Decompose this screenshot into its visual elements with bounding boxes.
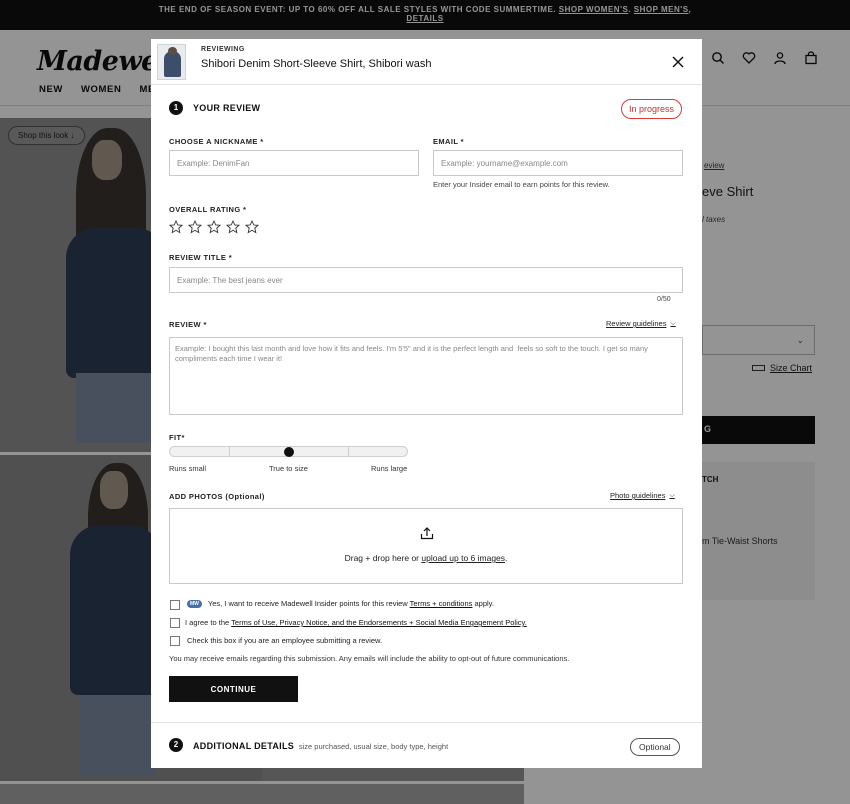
- insider-points-label: Yes, I want to receive Madewell Insider …: [207, 599, 410, 608]
- star-icon[interactable]: [207, 220, 221, 234]
- review-guidelines-link[interactable]: Review guidelines ⌵: [606, 319, 676, 328]
- agree-terms-text: I agree to the Terms of Use, Privacy Not…: [185, 618, 527, 627]
- employee-checkbox[interactable]: [170, 636, 180, 646]
- photo-dropzone[interactable]: Drag + drop here or upload up to 6 image…: [169, 508, 683, 584]
- nickname-label: CHOOSE A NICKNAME *: [169, 137, 264, 146]
- email-notice: You may receive emails regarding this su…: [169, 654, 570, 663]
- email-input[interactable]: [433, 150, 683, 176]
- fit-slider-thumb[interactable]: [283, 447, 294, 457]
- close-icon[interactable]: [669, 53, 687, 71]
- modal-header: REVIEWING Shibori Denim Short-Sleeve Shi…: [151, 39, 702, 85]
- fit-true-to-size: True to size: [269, 464, 308, 473]
- fit-slider[interactable]: [169, 446, 408, 457]
- title-char-counter: 0/50: [657, 296, 671, 303]
- insider-points-checkbox[interactable]: [170, 600, 180, 610]
- star-icon[interactable]: [245, 220, 259, 234]
- star-icon[interactable]: [226, 220, 240, 234]
- fit-runs-large: Runs large: [371, 464, 408, 473]
- section-2-title[interactable]: ADDITIONAL DETAILS size purchased, usual…: [193, 741, 448, 751]
- section-1-title: YOUR REVIEW: [193, 103, 261, 113]
- review-title-label: REVIEW TITLE *: [169, 253, 233, 262]
- review-textarea[interactable]: [169, 337, 683, 415]
- star-icon[interactable]: [169, 220, 183, 234]
- photo-guidelines-label: Photo guidelines: [610, 491, 666, 500]
- product-thumbnail: [157, 44, 186, 80]
- agree-terms-label: I agree to the: [185, 618, 232, 627]
- continue-button[interactable]: CONTINUE: [169, 676, 298, 702]
- section-divider: [151, 722, 702, 723]
- terms-conditions-link[interactable]: Terms + conditions: [410, 599, 473, 608]
- in-progress-badge: In progress: [621, 99, 683, 119]
- upload-icon: [420, 527, 434, 540]
- chevron-down-icon: ⌵: [669, 491, 675, 499]
- fit-label: FIT*: [169, 433, 185, 442]
- fit-runs-small: Runs small: [169, 464, 207, 473]
- email-label: EMAIL *: [433, 137, 464, 146]
- review-label: REVIEW *: [169, 320, 207, 329]
- optional-badge: Optional: [630, 738, 680, 756]
- review-title-input[interactable]: [169, 267, 683, 293]
- insider-points-end: apply.: [472, 599, 494, 608]
- review-guidelines-label: Review guidelines: [606, 319, 667, 328]
- overall-rating-label: OVERALL RATING *: [169, 205, 247, 214]
- nickname-input[interactable]: [169, 150, 419, 176]
- section-2-subtitle: size purchased, usual size, body type, h…: [298, 742, 449, 751]
- star-rating: [169, 220, 259, 234]
- upload-images-link[interactable]: upload up to 6 images: [421, 553, 505, 563]
- dropzone-end: .: [505, 553, 508, 563]
- product-name: Shibori Denim Short-Sleeve Shirt, Shibor…: [201, 58, 432, 70]
- email-help-text: Enter your Insider email to earn points …: [433, 180, 610, 189]
- chevron-down-icon: ⌵: [670, 319, 676, 327]
- agree-terms-checkbox[interactable]: [170, 618, 180, 628]
- section-2-number: 2: [169, 738, 183, 752]
- terms-of-use-link[interactable]: Terms of Use, Privacy Notice, and the En…: [231, 618, 527, 627]
- insider-points-text: MW Yes, I want to receive Madewell Inside…: [187, 599, 494, 608]
- reviewing-label: REVIEWING: [201, 46, 245, 53]
- section-1-number: 1: [169, 101, 183, 115]
- star-icon[interactable]: [188, 220, 202, 234]
- dropzone-text: Drag + drop here or upload up to 6 image…: [170, 553, 682, 563]
- section-2-title-label: ADDITIONAL DETAILS: [193, 741, 295, 751]
- write-review-modal: REVIEWING Shibori Denim Short-Sleeve Shi…: [151, 39, 702, 768]
- dropzone-instruction: Drag + drop here or: [344, 553, 422, 563]
- photo-guidelines-link[interactable]: Photo guidelines ⌵: [610, 491, 675, 500]
- add-photos-label: ADD PHOTOS (Optional): [169, 492, 265, 501]
- employee-text: Check this box if you are an employee su…: [187, 636, 383, 645]
- insider-badge: MW: [187, 600, 202, 608]
